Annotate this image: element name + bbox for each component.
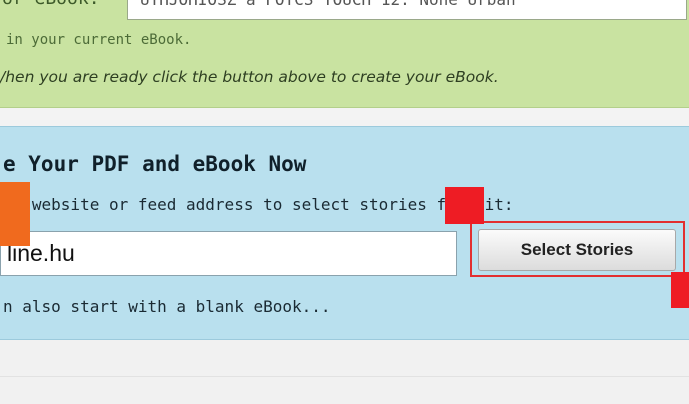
- divider: [0, 376, 689, 377]
- ebook-title-input[interactable]: UTHJOHIOSZ a FOTCS TOUCH 12: None Urban: [127, 0, 687, 20]
- red-marker-right: [671, 272, 689, 308]
- lower-area: [0, 340, 689, 404]
- create-instruction-text: /hen you are ready click the button abov…: [0, 68, 499, 86]
- address-instruction: g, website or feed address to select sto…: [3, 195, 514, 214]
- blank-ebook-link[interactable]: n also start with a blank eBook...: [3, 297, 331, 316]
- current-ebook-text: in your current eBook.: [6, 32, 192, 48]
- info-panel: or eBook: UTHJOHIOSZ a FOTCS TOUCH 12: N…: [0, 0, 689, 108]
- address-input[interactable]: line.hu: [0, 231, 457, 276]
- red-marker: [445, 187, 484, 224]
- orange-marker: [0, 182, 30, 246]
- create-ebook-panel: e Your PDF and eBook Now g, website or f…: [0, 126, 689, 340]
- create-heading: e Your PDF and eBook Now: [3, 152, 307, 176]
- page-background: or eBook: UTHJOHIOSZ a FOTCS TOUCH 12: N…: [0, 0, 689, 404]
- ebook-title-label: or eBook:: [2, 0, 100, 9]
- select-stories-button[interactable]: Select Stories: [478, 229, 676, 271]
